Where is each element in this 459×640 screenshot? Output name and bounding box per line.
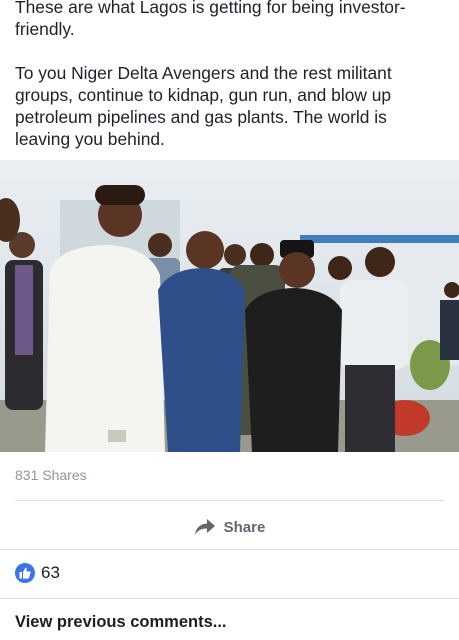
share-button[interactable]: Share [0, 512, 459, 542]
post-paragraph-1: These are what Lagos is getting for bein… [15, 0, 406, 39]
shares-count[interactable]: 831 Shares [15, 467, 87, 483]
likes-count: 63 [41, 563, 60, 582]
view-previous-comments-link[interactable]: View previous comments... [15, 613, 227, 632]
divider [0, 549, 459, 550]
post-paragraph-2: To you Niger Delta Avengers and the rest… [15, 63, 392, 149]
divider [15, 500, 444, 501]
share-arrow-icon [194, 518, 216, 536]
share-label: Share [223, 518, 266, 536]
divider [0, 598, 459, 599]
post-text: These are what Lagos is getting for bein… [15, 0, 445, 150]
post-photo[interactable] [0, 160, 459, 452]
likes-summary[interactable]: 63 [15, 563, 60, 583]
thumbs-up-icon [15, 563, 35, 583]
